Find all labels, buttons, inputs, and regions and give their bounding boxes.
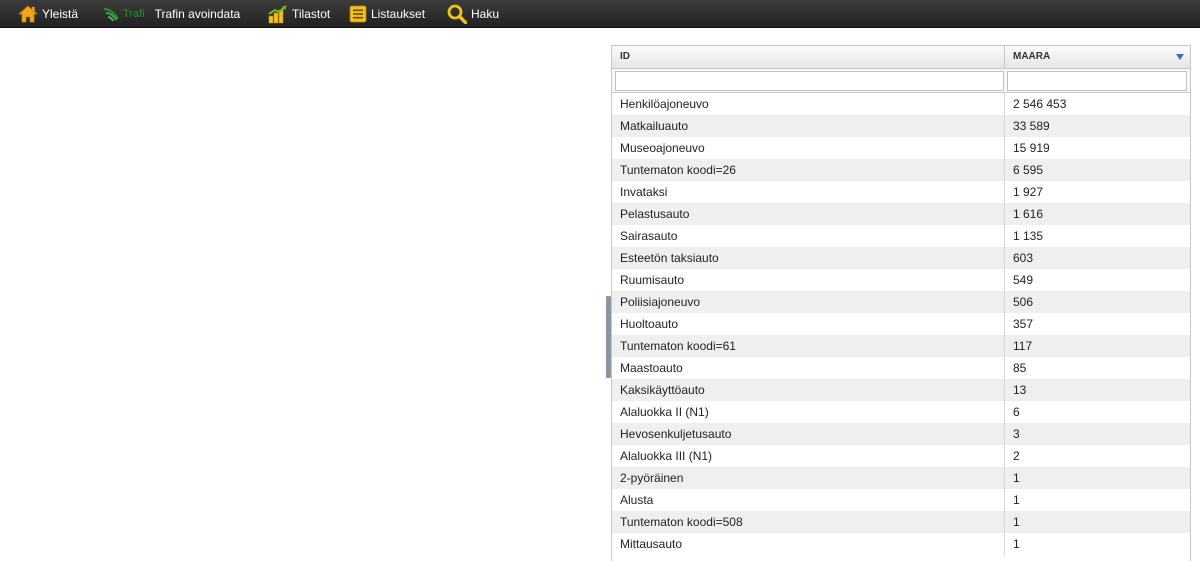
table-row[interactable]: Poliisiajoneuvo 506 xyxy=(612,291,1190,313)
table-row[interactable]: Kaksikäyttöauto 13 xyxy=(612,379,1190,401)
table-row[interactable]: Alaluokka II (N1) 6 xyxy=(612,401,1190,423)
column-header-maara[interactable]: MAARA xyxy=(1005,46,1190,68)
column-header-maara-label: MAARA xyxy=(1013,51,1051,62)
cell-maara: 603 xyxy=(1013,251,1034,265)
cell-id: Huoltoauto xyxy=(612,313,1005,335)
search-icon xyxy=(447,4,467,24)
nav-label-tilastot: Tilastot xyxy=(292,7,331,21)
table-row[interactable]: Tuntematon koodi=508 1 xyxy=(612,511,1190,533)
table-row[interactable]: Tuntematon koodi=61 117 xyxy=(612,335,1190,357)
table-row[interactable]: Maastoauto 85 xyxy=(612,357,1190,379)
cell-id: Henkilöajoneuvo xyxy=(612,93,1005,115)
cell-maara: 2 xyxy=(1013,449,1020,463)
nav-label-yleista: Yleistä xyxy=(42,7,79,21)
cell-id: 2-pyöräinen xyxy=(612,467,1005,489)
list-icon xyxy=(349,5,367,23)
cell-maara: 117 xyxy=(1013,339,1033,353)
cell-id: Mittausauto xyxy=(612,533,1005,555)
nav-item-haku[interactable]: Haku xyxy=(447,0,499,28)
nav-item-yleista[interactable]: Yleistä xyxy=(18,0,78,28)
cell-id: Tuntematon koodi=26 xyxy=(612,159,1005,181)
cell-maara: 1 927 xyxy=(1013,185,1044,199)
table-row[interactable]: Pelastusauto 1 616 xyxy=(612,203,1190,225)
table-row[interactable]: 2-pyöräinen 1 xyxy=(612,467,1190,489)
column-header-id[interactable]: ID xyxy=(612,46,1005,68)
cell-maara: 1 xyxy=(1013,537,1020,551)
chart-icon xyxy=(268,4,288,24)
table-row[interactable]: Hevosenkuljetusauto 3 xyxy=(612,423,1190,445)
cell-id: Tuntematon koodi=61 xyxy=(612,335,1005,357)
filter-row xyxy=(612,69,1190,93)
trafi-logo-icon xyxy=(103,6,121,22)
cell-maara: 85 xyxy=(1013,361,1027,375)
cell-id: Alaluokka III (N1) xyxy=(612,445,1005,467)
nav-label-listaukset: Listaukset xyxy=(371,7,426,21)
cell-id: Matkailuauto xyxy=(612,115,1005,137)
cell-maara: 1 xyxy=(1013,493,1020,507)
cell-maara: 3 xyxy=(1013,427,1020,441)
sort-descending-icon[interactable] xyxy=(1176,54,1184,60)
filter-input-id[interactable] xyxy=(615,71,1004,91)
nav-item-tilastot[interactable]: Tilastot xyxy=(268,0,330,28)
filter-input-maara[interactable] xyxy=(1007,71,1187,91)
cell-id: Hevosenkuljetusauto xyxy=(612,423,1005,445)
table-row[interactable]: Esteetön taksiauto 603 xyxy=(612,247,1190,269)
cell-maara: 1 xyxy=(1013,515,1020,529)
cell-maara: 2 546 453 xyxy=(1013,97,1067,111)
cell-id: Invataksi xyxy=(612,181,1005,203)
table-row[interactable]: Matkailuauto 33 589 xyxy=(612,115,1190,137)
cell-maara: 6 xyxy=(1013,405,1020,419)
nav-item-listaukset[interactable]: Listaukset xyxy=(349,0,425,28)
home-icon xyxy=(18,5,38,23)
table-row[interactable]: Ruumisauto 549 xyxy=(612,269,1190,291)
cell-maara: 1 616 xyxy=(1013,207,1044,221)
cell-maara: 1 135 xyxy=(1013,229,1044,243)
cell-maara: 1 xyxy=(1013,471,1020,485)
trafi-logo-text: Trafi xyxy=(123,8,145,20)
cell-id: Tuntematon koodi=508 xyxy=(612,511,1005,533)
top-navigation-bar: Yleistä Trafi Trafin avoindata Tilastot xyxy=(0,0,1200,28)
table-row[interactable]: Henkilöajoneuvo 2 546 453 xyxy=(612,93,1190,115)
data-grid: ID MAARA Henkilöajoneuvo 2 546 453 Matkail… xyxy=(611,45,1191,561)
table-row[interactable]: Tuntematon koodi=26 6 595 xyxy=(612,159,1190,181)
cell-id: Alusta xyxy=(612,489,1005,511)
table-row[interactable]: Museoajoneuvo 15 919 xyxy=(612,137,1190,159)
cell-maara: 506 xyxy=(1013,295,1034,309)
cell-id: Poliisiajoneuvo xyxy=(612,291,1005,313)
cell-id: Kaksikäyttöauto xyxy=(612,379,1005,401)
nav-label-trafin-avoindata: Trafin avoindata xyxy=(154,7,241,21)
cell-id: Museoajoneuvo xyxy=(612,137,1005,159)
cell-maara: 33 589 xyxy=(1013,119,1050,133)
table-row[interactable]: Alusta 1 xyxy=(612,489,1190,511)
nav-item-trafi-avoindata[interactable]: Trafi Trafin avoindata xyxy=(103,0,240,28)
grid-header: ID MAARA xyxy=(612,45,1190,69)
table-row[interactable]: Alaluokka III (N1) 2 xyxy=(612,445,1190,467)
cell-id: Sairasauto xyxy=(612,225,1005,247)
cell-id: Alaluokka II (N1) xyxy=(612,401,1005,423)
cell-id: Esteetön taksiauto xyxy=(612,247,1005,269)
table-row[interactable]: Huoltoauto 357 xyxy=(612,313,1190,335)
grid-rows: Henkilöajoneuvo 2 546 453 Matkailuauto 33 5… xyxy=(612,93,1190,555)
nav-label-haku: Haku xyxy=(471,7,500,21)
cell-maara: 15 919 xyxy=(1013,141,1050,155)
cell-id: Ruumisauto xyxy=(612,269,1005,291)
cell-id: Pelastusauto xyxy=(612,203,1005,225)
table-row[interactable]: Invataksi 1 927 xyxy=(612,181,1190,203)
cell-id: Maastoauto xyxy=(612,357,1005,379)
table-row[interactable]: Sairasauto 1 135 xyxy=(612,225,1190,247)
cell-maara: 357 xyxy=(1013,317,1034,331)
cell-maara: 13 xyxy=(1013,383,1027,397)
table-row[interactable]: Mittausauto 1 xyxy=(612,533,1190,555)
cell-maara: 6 595 xyxy=(1013,163,1044,177)
cell-maara: 549 xyxy=(1013,273,1034,287)
